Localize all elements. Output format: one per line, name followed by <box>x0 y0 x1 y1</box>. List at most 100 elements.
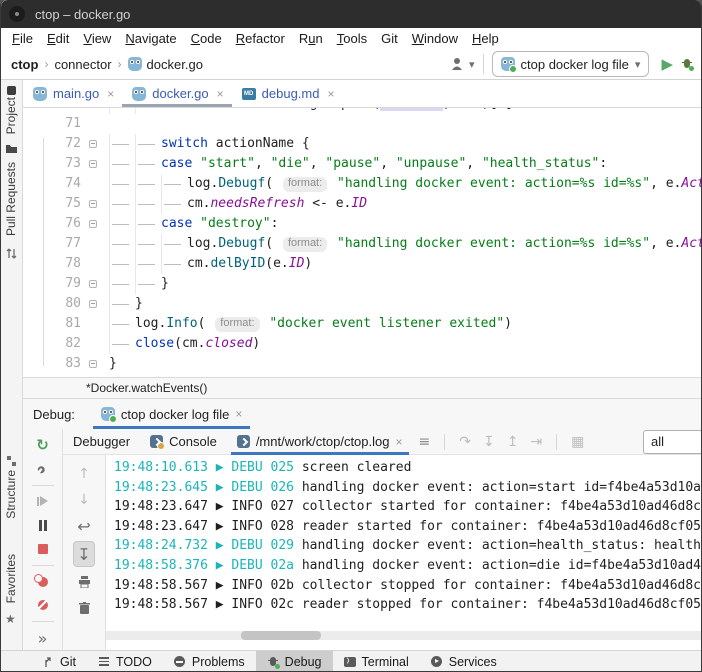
close-icon[interactable]: × <box>395 435 402 449</box>
fold-marker-icon[interactable] <box>89 360 97 368</box>
menu-edit[interactable]: Edit <box>40 31 76 46</box>
fold-marker-icon[interactable] <box>89 140 97 148</box>
tab-debug-md[interactable]: MD debug.md × <box>232 80 343 107</box>
log-prefix: 19:48:23.645 ▶ DEBU 026 <box>114 480 302 495</box>
log-line: 19:48:58.567 ▶ INFO 02c reader stopped f… <box>106 595 702 615</box>
scrollbar-thumb[interactable] <box>241 631 321 640</box>
users-dropdown-icon[interactable]: ▾ <box>469 58 475 71</box>
tab-whitespace <box>109 334 135 354</box>
run-to-cursor-icon[interactable]: ⇥ <box>524 434 548 450</box>
gutter-line[interactable]: 77 <box>23 234 109 254</box>
statusbar-todo[interactable]: TODO <box>87 651 163 672</box>
statusbar-problems[interactable]: Problems <box>163 651 256 672</box>
method-breadcrumb[interactable]: *Docker.watchEvents() <box>86 381 207 395</box>
menu-refactor[interactable]: Refactor <box>229 31 292 46</box>
fold-marker-icon[interactable] <box>89 280 97 288</box>
gutter-line[interactable]: 81 <box>23 314 109 334</box>
resume-icon[interactable] <box>23 489 62 513</box>
fold-marker-icon[interactable] <box>89 300 97 308</box>
menu-view[interactable]: View <box>76 31 118 46</box>
print-icon[interactable] <box>78 571 91 593</box>
gutter-line[interactable]: 76 <box>23 214 109 234</box>
menu-code[interactable]: Code <box>184 31 229 46</box>
down-arrow-icon[interactable]: ↓ <box>78 489 90 511</box>
gutter-line[interactable]: 80 <box>23 294 109 314</box>
tab-whitespace <box>161 234 187 254</box>
fold-marker-icon[interactable] <box>89 160 97 168</box>
gutter-line[interactable]: 75 <box>23 194 109 214</box>
code-editor[interactable]: 7172737475767778798081828384 actionName … <box>23 108 702 377</box>
debug-session-tab[interactable]: ctop docker log file × <box>93 399 250 429</box>
statusbar-git[interactable]: Git <box>31 651 87 672</box>
mute-breakpoints-icon[interactable] <box>23 593 62 617</box>
tool-window-icon[interactable] <box>7 86 16 95</box>
step-out-icon[interactable]: ↥ <box>501 434 525 450</box>
gutter-line[interactable]: 74 <box>23 174 109 194</box>
view-breakpoints-icon[interactable] <box>23 570 62 594</box>
stop-icon[interactable] <box>23 537 62 561</box>
menu-git[interactable]: Git <box>374 31 405 46</box>
breadcrumb-file[interactable]: docker.go <box>147 57 203 72</box>
tab-debugger[interactable]: Debugger <box>63 429 140 455</box>
gutter-line[interactable]: 72 <box>23 134 109 154</box>
statusbar-services[interactable]: Services <box>420 651 508 672</box>
trash-icon[interactable] <box>79 597 90 619</box>
editor-code-area[interactable]: actionName := strings.Split(e.Action, ":… <box>109 108 702 377</box>
tool-button-structure[interactable]: Structure <box>4 470 18 519</box>
close-icon[interactable]: × <box>217 87 224 101</box>
gutter-line[interactable]: 83 <box>23 354 109 374</box>
soft-wrap-icon[interactable]: ↩ <box>77 515 90 537</box>
tool-button-project[interactable]: Project <box>4 97 18 134</box>
gutter-line[interactable]: 79 <box>23 274 109 294</box>
tab-log-file[interactable]: /mnt/work/ctop/ctop.log × <box>227 429 413 455</box>
gutter-line[interactable]: 78 <box>23 254 109 274</box>
close-icon[interactable]: × <box>107 87 114 101</box>
breadcrumb-folder[interactable]: connector <box>54 57 111 72</box>
tab-console[interactable]: Console <box>140 429 227 455</box>
run-configuration-select[interactable]: ctop docker log file ▾ <box>492 51 650 77</box>
users-icon[interactable] <box>451 57 467 71</box>
step-over-icon[interactable]: ↷ <box>453 434 477 450</box>
horizontal-scrollbar[interactable] <box>106 631 702 640</box>
statusbar-debug[interactable]: Debug <box>256 651 333 672</box>
gutter-line[interactable]: 73 <box>23 154 109 174</box>
run-button[interactable]: ▶ <box>661 55 673 73</box>
fold-marker-icon[interactable] <box>89 220 97 228</box>
console-log[interactable]: 19:48:10.613 ▶ DEBU 025 screen cleared19… <box>106 455 702 650</box>
log-level-filter-select[interactable]: all <box>643 430 702 454</box>
statusbar-terminal[interactable]: Terminal <box>333 651 420 672</box>
tab-main-go[interactable]: main.go × <box>23 80 122 107</box>
gutter-line[interactable]: 82 <box>23 334 109 354</box>
menu-help[interactable]: Help <box>465 31 506 46</box>
editor-gutter[interactable]: 7172737475767778798081828384 <box>23 108 109 377</box>
tab-whitespace <box>109 254 135 274</box>
pause-icon[interactable] <box>23 513 62 537</box>
scroll-to-end-icon[interactable]: ↧ <box>73 541 94 567</box>
up-arrow-icon[interactable]: ↑ <box>78 463 90 485</box>
layout-menu-icon[interactable]: ≡ <box>413 434 437 450</box>
tab-whitespace <box>109 194 135 214</box>
tool-button-favorites[interactable]: Favorites <box>4 554 18 603</box>
settings-wrench-icon[interactable] <box>23 457 62 481</box>
more-icon[interactable]: » <box>23 626 62 650</box>
tab-whitespace <box>135 134 161 154</box>
gutter-line[interactable]: 71 <box>23 114 109 134</box>
menu-run[interactable]: Run <box>292 31 330 46</box>
breadcrumb-project[interactable]: ctop <box>11 57 38 72</box>
menu-window[interactable]: Window <box>405 31 465 46</box>
close-icon[interactable]: × <box>327 87 334 101</box>
tool-button-pull-requests[interactable]: Pull Requests <box>4 162 18 236</box>
menu-file[interactable]: File <box>5 31 40 46</box>
menu-tools[interactable]: Tools <box>330 31 374 46</box>
debug-button[interactable] <box>681 58 693 70</box>
fold-marker-icon[interactable] <box>89 200 97 208</box>
close-icon[interactable]: × <box>235 407 242 421</box>
evaluate-expression-icon[interactable]: ▦ <box>565 434 590 450</box>
menu-navigate[interactable]: Navigate <box>118 31 183 46</box>
inlay-hint: format: <box>283 177 327 192</box>
tab-docker-go[interactable]: docker.go × <box>122 80 231 107</box>
rerun-icon[interactable]: ↻ <box>23 433 62 457</box>
step-into-icon[interactable]: ↧ <box>477 434 501 450</box>
editor-tab-bar: main.go × docker.go × MD debug.md × <box>23 80 702 108</box>
title-bar[interactable]: ctop – docker.go <box>1 0 702 28</box>
